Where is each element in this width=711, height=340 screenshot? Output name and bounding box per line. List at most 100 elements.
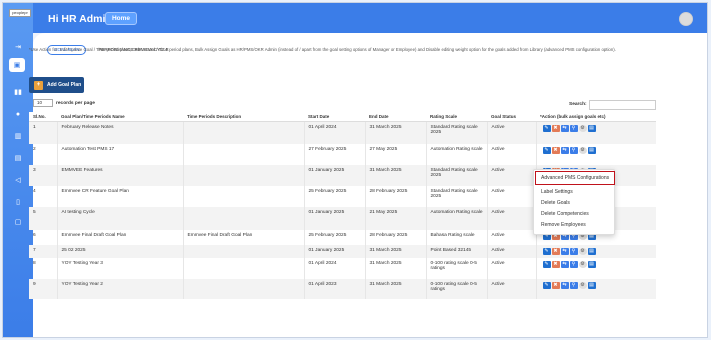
cell-no: 6 — [29, 230, 58, 245]
sidebar-item-pages[interactable]: ▥ — [11, 130, 25, 142]
menu-item-delete-competencies[interactable]: Delete Competencies — [541, 211, 589, 217]
delete-icon[interactable]: ✖ — [551, 147, 560, 154]
edit-icon[interactable]: ✎ — [542, 261, 551, 268]
cell-end: 31 March 2025 — [365, 245, 427, 258]
cell-start: 01 January 2025 — [304, 207, 366, 230]
menu-item-advanced-pms-configurations[interactable]: Advanced PMS Configurations — [535, 171, 615, 185]
cell-actions: ✎✖⇆⚲⚙▤ — [536, 121, 656, 144]
cell-desc — [183, 207, 305, 230]
add-icon: + — [34, 80, 43, 90]
cell-status: Active — [487, 186, 537, 207]
column-header[interactable]: Start Date — [304, 112, 365, 122]
assign-icon[interactable]: ⇆ — [560, 248, 569, 255]
gear-icon[interactable]: ⚙ — [578, 261, 587, 268]
cell-start: 27 February 2025 — [304, 144, 366, 165]
cell-scale: Point Based 32145 — [426, 245, 488, 258]
cell-name: Emmvee CR Feature Goal Plan — [57, 186, 184, 207]
page-title: Hi HR Admin — [48, 13, 112, 25]
user-icon[interactable]: ⚲ — [569, 261, 578, 268]
edit-icon[interactable]: ✎ — [542, 282, 551, 289]
document-icon[interactable]: ▤ — [587, 124, 596, 132]
cell-start: 25 February 2025 — [304, 186, 366, 207]
sidebar-item-settings[interactable]: ▢ — [11, 216, 25, 228]
cell-end: 27 May 2025 — [365, 144, 427, 165]
menu-item-delete-goals[interactable]: Delete Goals — [541, 200, 570, 206]
search-label: Search: — [569, 102, 587, 107]
collapse-icon[interactable]: ⇥ — [11, 41, 25, 53]
column-header[interactable]: Time Periods Description — [183, 112, 304, 122]
edit-icon[interactable]: ✎ — [542, 124, 551, 132]
page-length: 10 records per page — [33, 99, 95, 107]
table-row: 1 February Release Notes 01 April 2024 31 M… — [29, 121, 656, 144]
edit-icon[interactable]: ✎ — [542, 248, 551, 255]
sidebar-item-book[interactable]: ▮▮ — [11, 86, 25, 98]
column-header[interactable]: End Date — [365, 112, 426, 122]
sidebar-item-people[interactable]: ● — [11, 108, 25, 120]
cell-no: 5 — [29, 207, 58, 230]
delete-icon[interactable]: ✖ — [551, 261, 560, 268]
cell-start: 01 April 2023 — [304, 279, 366, 299]
table-row: 9 YOY Testing Year 2 01 April 2023 31 March… — [29, 279, 656, 299]
cell-scale: Automation Rating scale — [426, 207, 488, 230]
assign-icon[interactable]: ⇆ — [560, 261, 569, 268]
column-header[interactable]: Goal Plan/Time Periods Name — [57, 112, 183, 122]
cell-scale: 0-100 rating scale 0-5 ratings — [426, 258, 488, 279]
cell-actions: ✎✖⇆⚲⚙▤ — [536, 258, 656, 279]
edit-icon[interactable]: ✎ — [542, 147, 551, 154]
avatar[interactable] — [679, 12, 693, 26]
sidebar-item-documents[interactable]: ▯ — [11, 196, 25, 208]
cell-start: 01 January 2025 — [304, 165, 366, 186]
menu-item-label-settings[interactable]: Label Settings — [541, 189, 573, 195]
column-header[interactable]: Sl.No. — [29, 112, 57, 122]
cell-name: EMMVEE Features — [57, 165, 184, 186]
document-icon[interactable]: ▤ — [587, 248, 596, 255]
logo: peoplepr — [9, 9, 31, 17]
delete-icon[interactable]: ✖ — [551, 248, 560, 255]
document-icon[interactable]: ▤ — [587, 261, 596, 268]
cell-no: 4 — [29, 186, 58, 207]
cell-no: 7 — [29, 245, 58, 258]
cell-name: Emmvee Final Draft Goal Plan — [57, 230, 184, 245]
search-input[interactable] — [589, 100, 656, 110]
column-header[interactable]: Goal Status — [487, 112, 536, 122]
cell-name: AI testing Cycle — [57, 207, 184, 230]
user-icon[interactable]: ⚲ — [569, 282, 578, 289]
assign-icon[interactable]: ⇆ — [560, 147, 569, 154]
cell-scale: Automation Rating scale — [426, 144, 488, 165]
user-icon[interactable]: ⚲ — [569, 147, 578, 154]
home-button[interactable]: Home — [105, 12, 137, 25]
user-icon[interactable]: ⚲ — [569, 124, 578, 132]
cell-status: Active — [487, 258, 537, 279]
column-header[interactable]: *Action (bulk assign goals etc) — [536, 112, 656, 122]
cell-end: 31 March 2025 — [365, 121, 427, 144]
user-icon[interactable]: ⚲ — [569, 248, 578, 255]
gear-icon[interactable]: ⚙ — [578, 248, 587, 255]
sidebar-item-reports[interactable]: ▤ — [11, 152, 25, 164]
gear-icon[interactable]: ⚙ — [578, 282, 587, 289]
cell-status: Active — [487, 279, 537, 299]
column-header[interactable]: Rating Scale — [426, 112, 487, 122]
sidebar-item-dashboard[interactable]: ▣ — [9, 58, 25, 72]
cell-start: 01 April 2024 — [304, 121, 366, 144]
cell-status: Active — [487, 144, 537, 165]
gear-icon[interactable]: ⚙ — [578, 124, 587, 132]
cell-name: Automation Test PMS 17 — [57, 144, 184, 165]
delete-icon[interactable]: ✖ — [551, 282, 560, 289]
cell-name: YOY Testing Year 3 — [57, 258, 184, 279]
document-icon[interactable]: ▤ — [587, 282, 596, 289]
cell-scale: Bahasa Rating scale — [426, 230, 488, 245]
gear-icon[interactable]: ⚙ — [578, 147, 587, 154]
cell-scale: 0-100 rating scale 0-5 ratings — [426, 279, 488, 299]
add-goal-plan-button[interactable]: + Add Goal Plan — [29, 77, 84, 93]
assign-icon[interactable]: ⇆ — [560, 124, 569, 132]
menu-item-remove-employees[interactable]: Remove Employees — [541, 222, 586, 228]
page-length-select[interactable]: 10 — [33, 99, 53, 107]
delete-icon[interactable]: ✖ — [551, 124, 560, 132]
cell-actions: ✎✖⇆⚲⚙▤ — [536, 144, 656, 165]
document-icon[interactable]: ▤ — [587, 147, 596, 154]
cell-desc — [183, 258, 305, 279]
cell-status: Active — [487, 165, 537, 186]
cell-start: 01 April 2024 — [304, 258, 366, 279]
sidebar-item-announce[interactable]: ◁ — [11, 174, 25, 186]
assign-icon[interactable]: ⇆ — [560, 282, 569, 289]
